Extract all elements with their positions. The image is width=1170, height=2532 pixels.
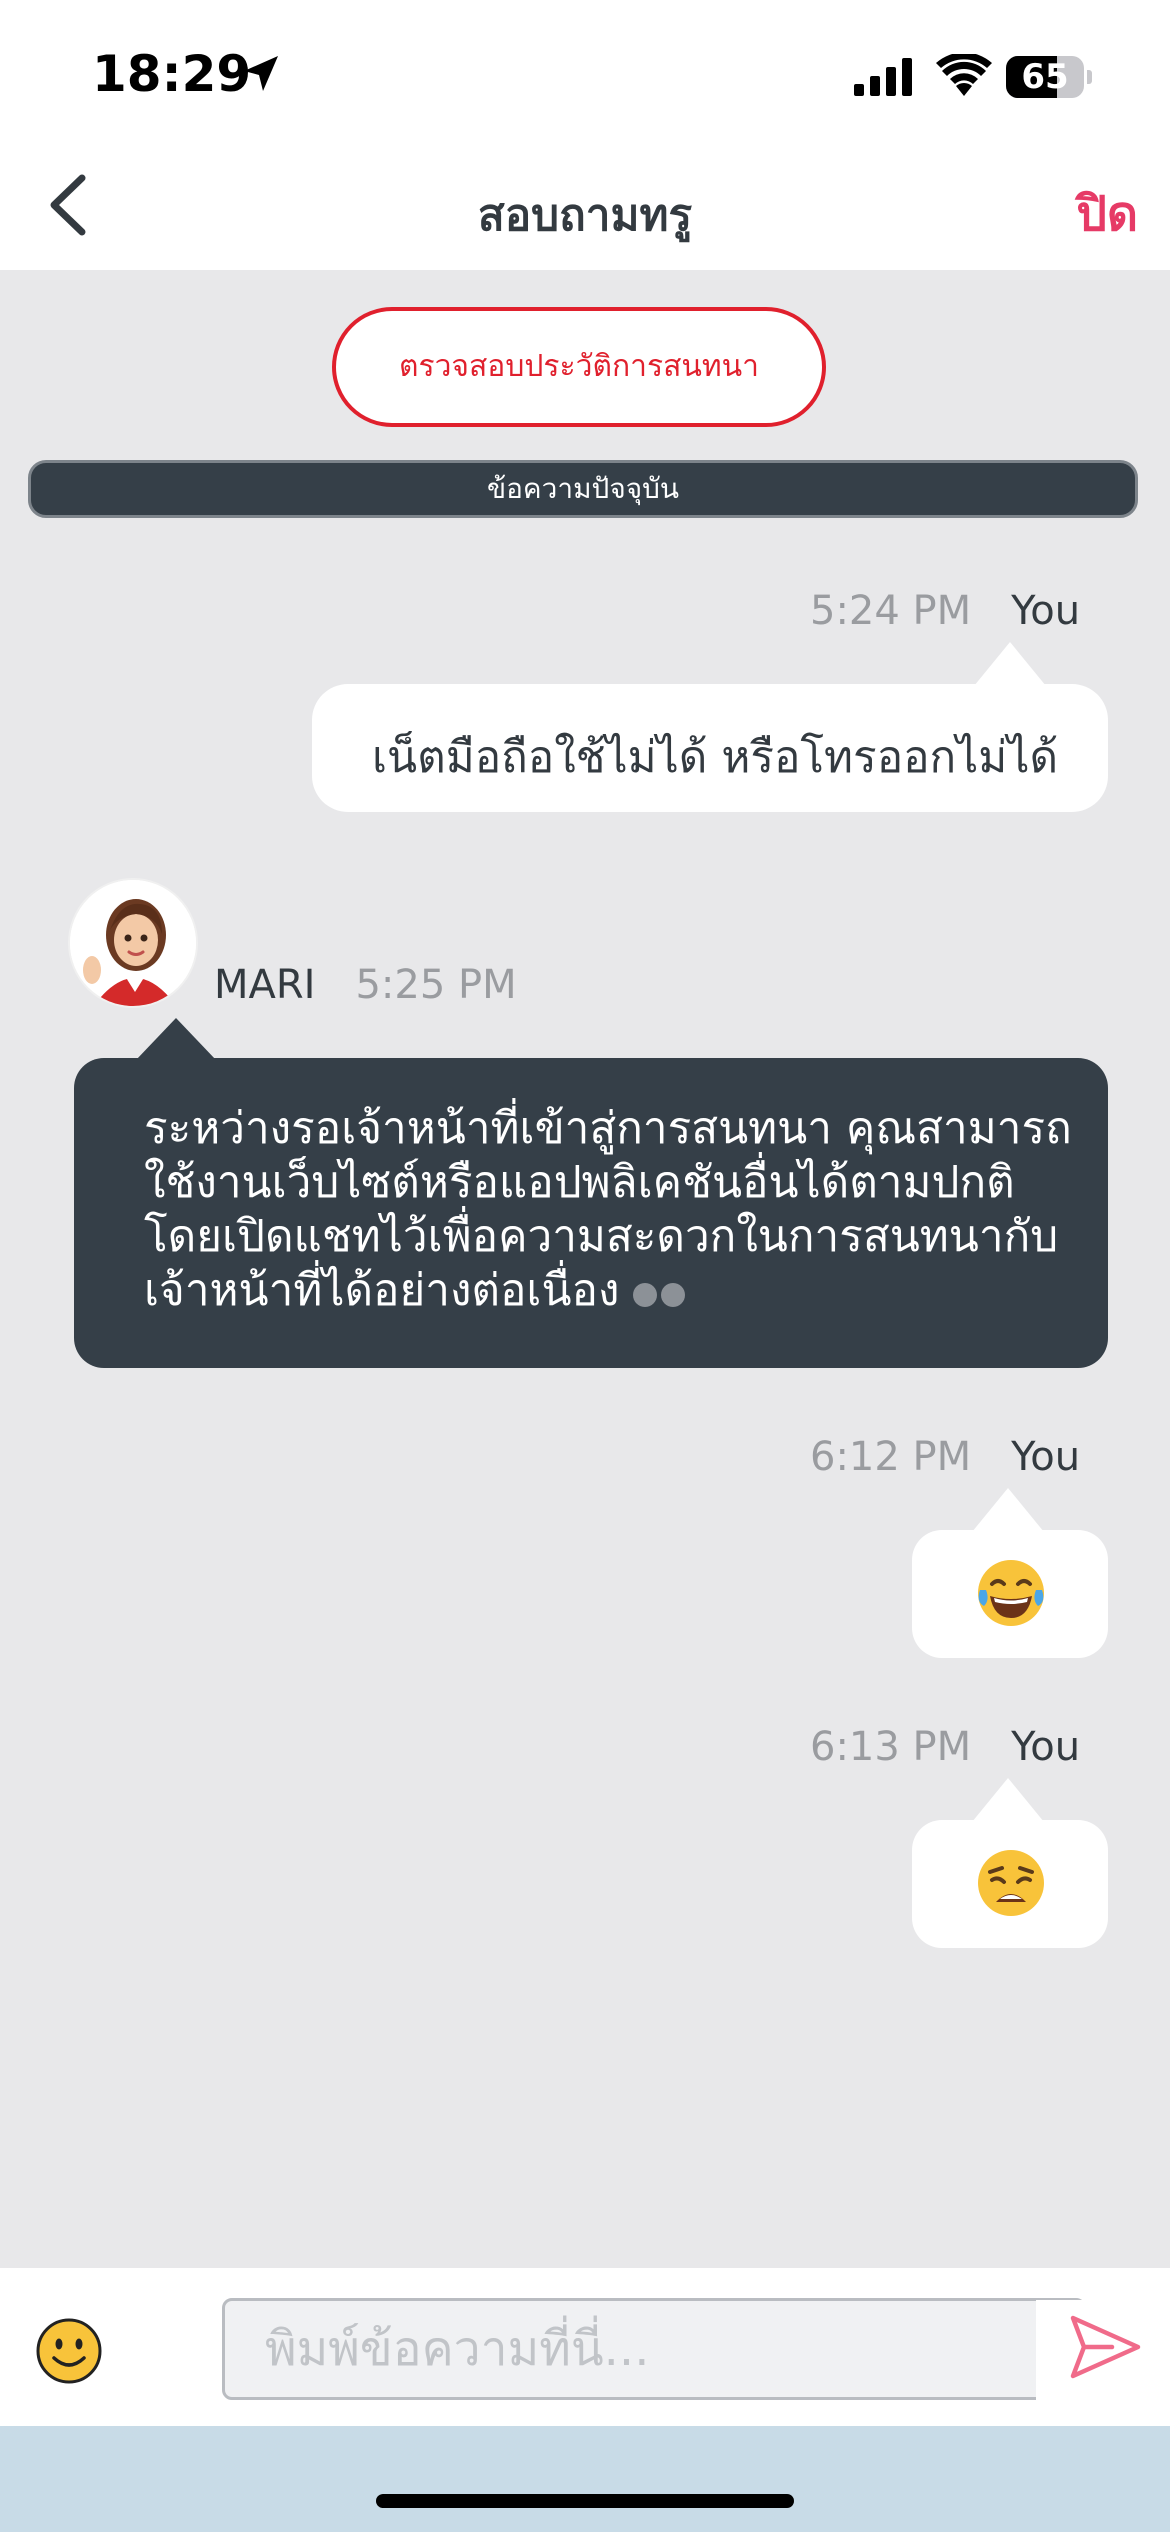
message-input-bar bbox=[0, 2268, 1170, 2426]
message-meta: MARI 5:25 PM bbox=[214, 962, 517, 1008]
message-meta: 6:12 PM You bbox=[810, 1434, 1080, 1480]
chat-header: สอบถามทรู ปิด bbox=[0, 140, 1170, 270]
face-with-tears-of-joy-icon bbox=[978, 1560, 1044, 1626]
battery-indicator: 65 bbox=[1006, 56, 1092, 98]
message-sender: You bbox=[1011, 1724, 1081, 1770]
outgoing-emoji-bubble bbox=[912, 1488, 1108, 1658]
cellular-signal-icon bbox=[854, 58, 912, 96]
close-button[interactable]: ปิด bbox=[1076, 176, 1138, 252]
weary-face-icon bbox=[978, 1850, 1044, 1916]
message-sender: You bbox=[1011, 588, 1081, 634]
outgoing-message-bubble: เน็ตมือถือใช้ไม่ได้ หรือโทรออกไม่ได้ bbox=[312, 642, 1108, 812]
outgoing-emoji-bubble bbox=[912, 1778, 1108, 1948]
message-line: ใช้งานเว็บไซต์หรือแอปพลิเคชันอื่นได้ตามป… bbox=[144, 1157, 1015, 1208]
emoji-picker-icon[interactable] bbox=[34, 2316, 104, 2386]
message-time: 5:24 PM bbox=[810, 588, 972, 634]
status-time: 18:29 bbox=[92, 45, 252, 103]
message-line: โดยเปิดแชทไว้เพื่อความสะดวกในการสนทนากับ bbox=[144, 1211, 1059, 1262]
status-bar: 18:29 65 bbox=[0, 0, 1170, 140]
message-text: เน็ตมือถือใช้ไม่ได้ หรือโทรออกไม่ได้ bbox=[372, 732, 1059, 783]
wifi-icon bbox=[936, 54, 992, 96]
message-time: 6:13 PM bbox=[810, 1724, 972, 1770]
send-button[interactable] bbox=[1036, 2300, 1170, 2400]
location-arrow-icon bbox=[244, 56, 278, 91]
message-sender: You bbox=[1011, 1434, 1081, 1480]
message-time: 5:25 PM bbox=[355, 962, 517, 1008]
agent-avatar bbox=[68, 878, 198, 1008]
message-time: 6:12 PM bbox=[810, 1434, 972, 1480]
message-text: ระหว่างรอเจ้าหน้าที่เข้าสู่การสนทนา คุณส… bbox=[144, 1102, 1084, 1320]
message-line: เจ้าหน้าที่ได้อย่างต่อเนื่อง bbox=[144, 1265, 620, 1316]
typing-dots-icon bbox=[633, 1266, 689, 1320]
page-title: สอบถามทรู bbox=[477, 190, 693, 241]
message-line-last: เจ้าหน้าที่ได้อย่างต่อเนื่อง bbox=[144, 1264, 1084, 1320]
message-meta: 6:13 PM You bbox=[810, 1724, 1080, 1770]
message-sender: MARI bbox=[214, 962, 316, 1008]
message-input[interactable] bbox=[222, 2298, 1086, 2400]
message-meta: 5:24 PM You bbox=[810, 588, 1080, 634]
battery-percent: 65 bbox=[1021, 57, 1069, 97]
incoming-message-bubble: ระหว่างรอเจ้าหน้าที่เข้าสู่การสนทนา คุณส… bbox=[74, 1018, 1108, 1368]
current-messages-divider: ข้อความปัจจุบัน bbox=[28, 460, 1138, 518]
home-indicator[interactable] bbox=[376, 2494, 794, 2508]
message-line: ระหว่างรอเจ้าหน้าที่เข้าสู่การสนทนา คุณส… bbox=[144, 1103, 1072, 1154]
chat-area[interactable]: ตรวจสอบประวัติการสนทนา ข้อความปัจจุบัน 5… bbox=[0, 270, 1170, 2268]
send-arrow-icon bbox=[1070, 2315, 1141, 2379]
chat-history-button[interactable]: ตรวจสอบประวัติการสนทนา bbox=[332, 307, 826, 427]
bottom-bar bbox=[0, 2426, 1170, 2532]
